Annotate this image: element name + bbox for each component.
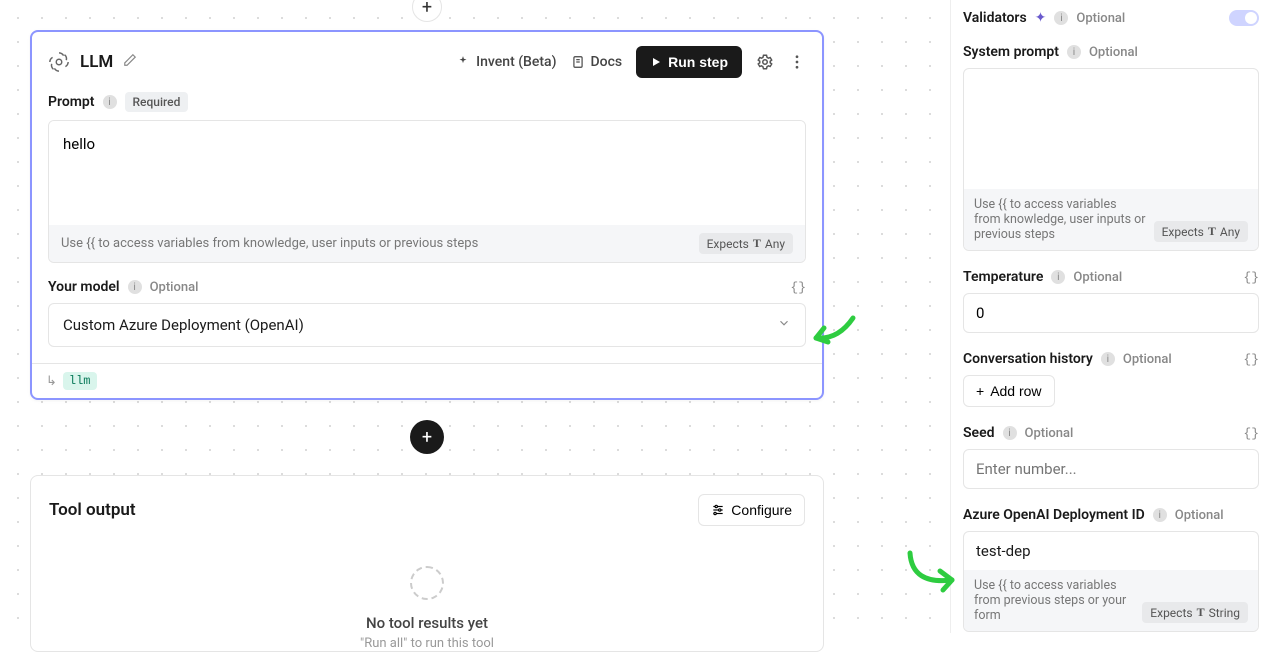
add-step-top-button[interactable]: + (412, 0, 442, 22)
type-icon: T (1208, 224, 1216, 239)
plus-icon: + (422, 427, 432, 448)
prompt-hint: Use {{ to access variables from knowledg… (61, 236, 478, 251)
optional-label: Optional (1089, 45, 1138, 60)
info-icon[interactable]: i (1153, 508, 1167, 522)
prompt-field-wrap: Use {{ to access variables from knowledg… (48, 120, 806, 263)
model-select[interactable]: Custom Azure Deployment (OpenAI) (48, 303, 806, 347)
info-icon[interactable]: i (1003, 426, 1017, 440)
azure-hint: Use {{ to access variables from previous… (974, 578, 1134, 623)
sparkle-icon: ✦ (1035, 10, 1047, 26)
seed-input[interactable] (963, 449, 1259, 489)
temperature-label: Temperature (963, 269, 1043, 285)
plus-icon: + (976, 383, 984, 399)
add-step-mid-button[interactable]: + (410, 420, 444, 454)
expects-pill: Expects T String (1142, 602, 1248, 623)
optional-label: Optional (1025, 426, 1074, 441)
llm-header: LLM Invent (Beta) Docs Run step (32, 32, 822, 92)
plus-icon: + (422, 0, 432, 18)
configure-label: Configure (731, 502, 792, 518)
optional-label: Optional (1076, 11, 1125, 26)
system-prompt-wrap: Use {{ to access variables from knowledg… (963, 68, 1259, 251)
prompt-input[interactable] (49, 121, 805, 221)
empty-title: No tool results yet (49, 614, 805, 632)
add-row-button[interactable]: + Add row (963, 375, 1055, 407)
azure-deployment-label: Azure OpenAI Deployment ID (963, 507, 1145, 523)
expects-pill: Expects T Any (1154, 221, 1248, 242)
info-icon[interactable]: i (103, 95, 117, 109)
configure-button[interactable]: Configure (698, 494, 805, 526)
azure-deployment-wrap: test-dep Use {{ to access variables from… (963, 531, 1259, 632)
info-icon[interactable]: i (1051, 270, 1065, 284)
info-icon[interactable]: i (1101, 352, 1115, 366)
play-icon (650, 56, 662, 68)
empty-circle-icon (410, 566, 444, 600)
empty-subtitle: "Run all" to run this tool (49, 636, 805, 651)
docs-button[interactable]: Docs (571, 54, 623, 70)
return-icon: ↳ (46, 374, 57, 389)
tool-output-title: Tool output (49, 500, 136, 520)
invent-label: Invent (Beta) (476, 54, 556, 70)
system-prompt-input[interactable] (964, 69, 1258, 189)
run-step-button[interactable]: Run step (636, 46, 742, 78)
info-icon[interactable]: i (1067, 45, 1081, 59)
more-menu-icon[interactable] (788, 53, 806, 71)
output-variable-pill[interactable]: llm (63, 372, 97, 390)
required-badge: Required (125, 92, 189, 112)
sliders-icon (711, 503, 725, 517)
validators-label: Validators (963, 10, 1027, 26)
code-toggle-icon[interactable]: {} (1243, 352, 1259, 367)
properties-panel: Validators ✦ i Optional System prompt i … (950, 0, 1269, 633)
code-toggle-icon[interactable]: {} (790, 280, 806, 295)
optional-label: Optional (1073, 270, 1122, 285)
add-row-label: Add row (990, 383, 1041, 399)
llm-title: LLM (80, 52, 113, 72)
type-icon: T (1197, 605, 1205, 620)
openai-icon (48, 51, 70, 73)
info-icon[interactable]: i (1054, 11, 1068, 25)
azure-deployment-input[interactable]: test-dep (964, 532, 1258, 570)
code-toggle-icon[interactable]: {} (1243, 270, 1259, 285)
empty-state: No tool results yet "Run all" to run thi… (49, 556, 805, 651)
docs-label: Docs (591, 54, 623, 70)
code-toggle-icon[interactable]: {} (1243, 426, 1259, 441)
optional-label: Optional (1175, 508, 1224, 523)
validators-toggle[interactable] (1229, 10, 1259, 26)
expects-pill: Expects T Any (699, 233, 793, 254)
llm-step-card: LLM Invent (Beta) Docs Run step (30, 30, 824, 400)
optional-label: Optional (150, 280, 199, 295)
optional-label: Optional (1123, 352, 1172, 367)
system-prompt-hint: Use {{ to access variables from knowledg… (974, 197, 1146, 242)
temperature-input[interactable] (963, 293, 1259, 333)
run-step-label: Run step (668, 54, 728, 70)
system-prompt-label: System prompt (963, 44, 1059, 60)
llm-output-footer: ↳ llm (32, 363, 822, 398)
edit-title-icon[interactable] (123, 53, 137, 71)
invent-button[interactable]: Invent (Beta) (456, 54, 556, 70)
settings-icon[interactable] (756, 53, 774, 71)
model-selected-value: Custom Azure Deployment (OpenAI) (63, 316, 304, 334)
prompt-label: Prompt (48, 94, 95, 110)
seed-label: Seed (963, 425, 995, 441)
model-label: Your model (48, 279, 120, 295)
tool-output-card: Tool output Configure No tool results ye… (30, 475, 824, 652)
type-icon: T (753, 236, 761, 251)
info-icon[interactable]: i (128, 280, 142, 294)
canvas-area[interactable]: + LLM Invent (Beta) Docs (0, 0, 950, 633)
chevron-down-icon (777, 316, 791, 334)
history-label: Conversation history (963, 351, 1093, 367)
